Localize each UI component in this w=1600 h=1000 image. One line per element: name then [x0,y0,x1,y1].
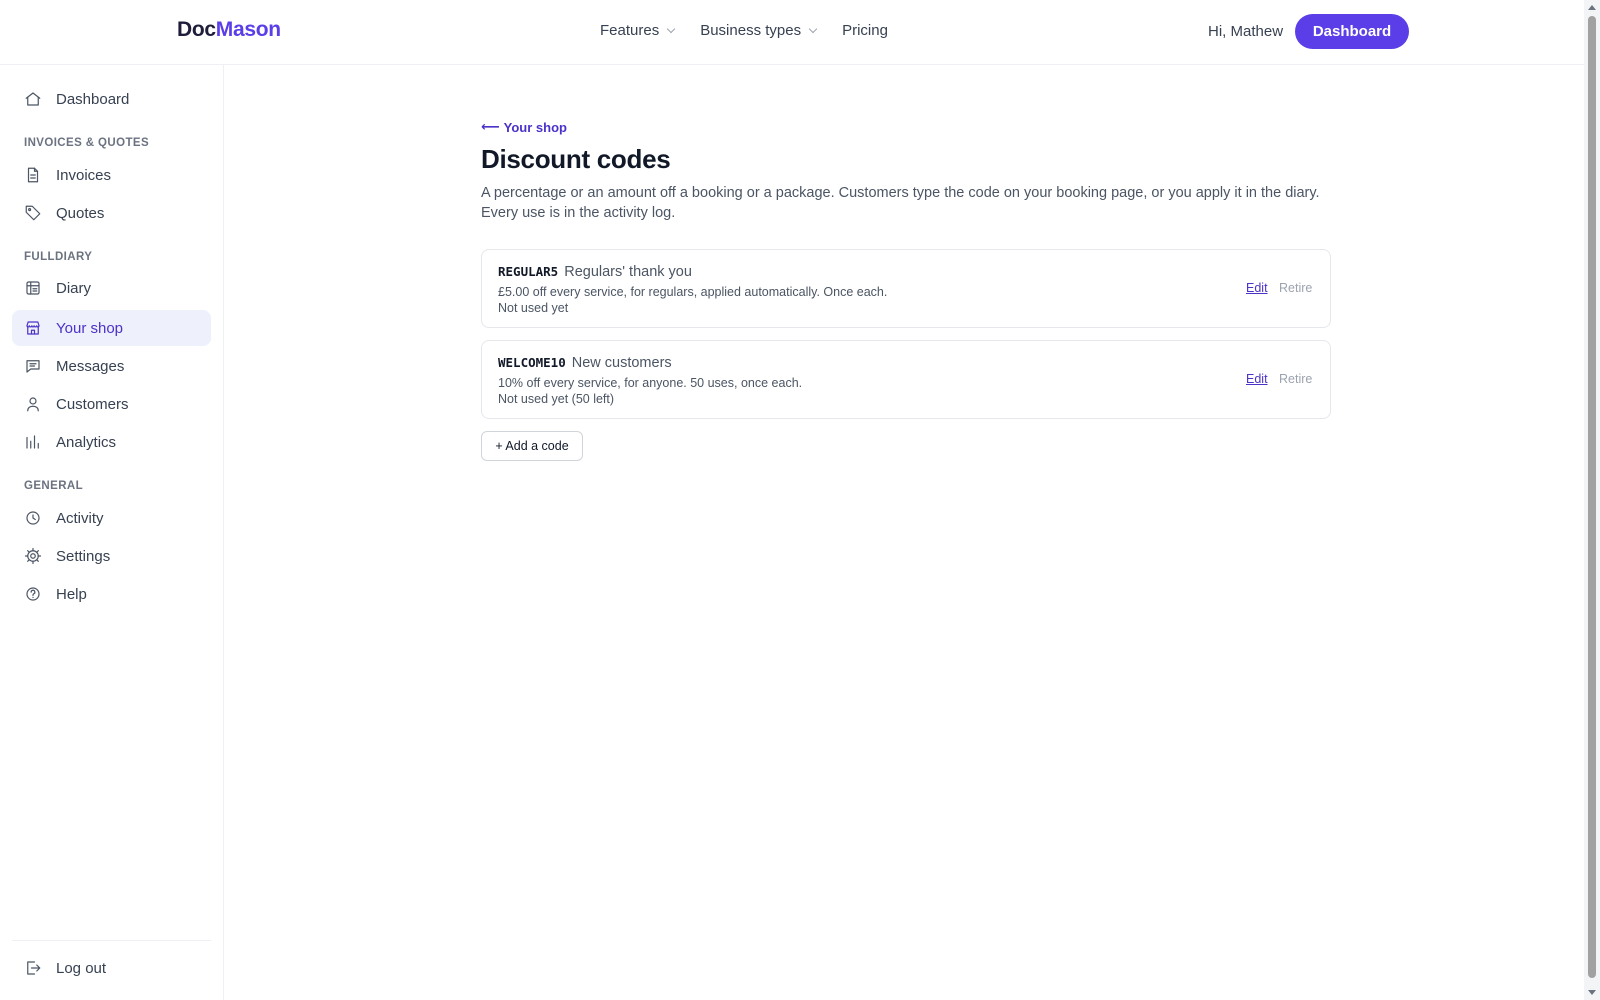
main-content: ⟵ Your shop Discount codes A percentage … [481,118,1331,223]
discount-usage: Not used yet (50 left) [498,392,615,406]
nav-pricing[interactable]: Pricing [842,22,888,39]
discount-name: New customers [571,355,672,371]
nav-features[interactable]: Features [600,22,676,39]
discount-details: £5.00 off every service, for regulars, a… [498,285,888,299]
chevron-down-icon [666,24,676,33]
message-icon [24,357,42,375]
user-greeting: Hi, Mathew [1208,23,1284,40]
edit-link[interactable]: Edit [1246,281,1268,295]
add-code-button[interactable]: + Add a code [481,431,583,461]
sidebar-item-diary[interactable]: Diary [12,270,211,306]
discount-usage: Not used yet [498,301,569,315]
discount-code-card: REGULAR5 Regulars' thank you £5.00 off e… [481,249,1331,328]
top-nav: DocMason Features Business types Pricing… [0,0,1584,65]
sidebar-item-invoices[interactable]: Invoices [12,157,211,193]
scroll-thumb[interactable] [1588,16,1596,978]
sidebar-item-your-shop[interactable]: Your shop [12,310,211,346]
chevron-down-icon [808,24,818,33]
tag-icon [24,204,42,222]
sidebar-item-quotes[interactable]: Quotes [12,195,211,231]
back-link[interactable]: ⟵ Your shop [481,119,567,135]
store-icon [24,319,42,337]
nav-business-types[interactable]: Business types [700,22,818,39]
sidebar-item-messages[interactable]: Messages [12,348,211,384]
calendar-icon [24,279,42,297]
brand-logo[interactable]: DocMason [177,18,281,42]
sidebar-item-activity[interactable]: Activity [12,500,211,536]
edit-link[interactable]: Edit [1246,372,1268,386]
bar-chart-icon [24,433,42,451]
sidebar-item-dashboard[interactable]: Dashboard [12,81,211,117]
section-heading-fulldiary: FULLDIARY [24,251,93,263]
discount-code-card: WELCOME10 New customers 10% off every se… [481,340,1331,419]
sidebar-item-settings[interactable]: Settings [12,538,211,574]
user-icon [24,395,42,413]
logout-icon [24,959,42,977]
file-icon [24,166,42,184]
sidebar-item-customers[interactable]: Customers [12,386,211,422]
scroll-down-icon[interactable] [1588,990,1596,995]
gear-icon [24,547,42,565]
clock-icon [24,509,42,527]
help-icon [24,585,42,603]
page-description: A percentage or an amount off a booking … [481,185,1320,221]
retire-link[interactable]: Retire [1279,372,1312,386]
discount-code: WELCOME10 [498,355,566,370]
section-heading-general: GENERAL [24,480,84,492]
home-icon [24,90,42,108]
sidebar-item-help[interactable]: Help [12,576,211,612]
vertical-scrollbar[interactable] [1584,0,1600,1000]
scroll-up-icon[interactable] [1588,5,1596,10]
main-nav: Features Business types Pricing [600,22,888,39]
arrow-left-icon: ⟵ [481,119,500,134]
logout-button[interactable]: Log out [12,950,211,986]
section-heading-invoices-quotes: INVOICES & QUOTES [24,137,150,149]
sidebar-item-analytics[interactable]: Analytics [12,424,211,460]
discount-details: 10% off every service, for anyone. 50 us… [498,376,803,390]
dashboard-button[interactable]: Dashboard [1295,14,1409,49]
sidebar-divider [12,940,211,941]
retire-link[interactable]: Retire [1279,281,1312,295]
sidebar: Dashboard INVOICES & QUOTES Invoices Quo… [0,65,224,1000]
discount-name: Regulars' thank you [564,264,692,280]
discount-code: REGULAR5 [498,264,559,279]
page-title: Discount codes [481,144,671,174]
